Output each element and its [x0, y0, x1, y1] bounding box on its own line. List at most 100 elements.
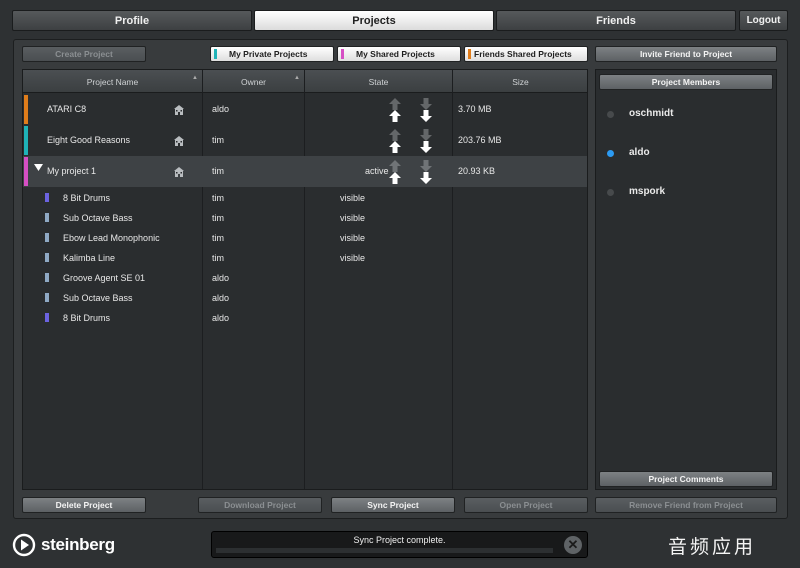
remove-friend-button[interactable]: Remove Friend from Project	[595, 497, 777, 513]
member-item[interactable]: aldo	[596, 144, 776, 162]
filter-label: My Shared Projects	[356, 49, 435, 59]
project-owner: tim	[212, 166, 224, 176]
progress-bar	[216, 548, 553, 553]
steinberg-logo-text: steinberg	[41, 535, 115, 554]
track-owner: aldo	[212, 273, 230, 283]
watermark-text: 音频应用	[668, 536, 757, 558]
download-arrow-icon[interactable]	[419, 109, 433, 123]
offline-status-icon	[607, 111, 614, 118]
track-state: visible	[340, 253, 366, 263]
column-state[interactable]: State	[305, 70, 452, 93]
tab-friends[interactable]: Friends	[496, 10, 736, 31]
tab-profile[interactable]: Profile	[12, 10, 252, 31]
project-owner: aldo	[212, 104, 230, 114]
column-label: Project Name	[86, 76, 139, 87]
project-name: Eight Good Reasons	[47, 135, 131, 145]
house-icon	[174, 105, 184, 115]
track-owner: tim	[212, 253, 224, 263]
track-row[interactable]: Sub Octave Bass aldo	[23, 288, 587, 308]
project-name: ATARI C8	[47, 104, 87, 114]
track-name: Sub Octave Bass	[63, 213, 133, 223]
column-owner[interactable]: Owner ▲	[203, 70, 304, 93]
track-row[interactable]: Sub Octave Bass tim visible	[23, 208, 587, 228]
offline-status-icon	[607, 189, 614, 196]
online-status-icon	[607, 150, 614, 157]
column-label: Owner	[240, 76, 267, 87]
filter-my-shared-projects[interactable]: My Shared Projects	[337, 46, 461, 62]
project-row[interactable]: Eight Good Reasons tim 203.76 MB	[23, 125, 587, 156]
sync-project-button[interactable]: Sync Project	[331, 497, 455, 513]
track-state: visible	[340, 193, 366, 203]
track-owner: tim	[212, 213, 224, 223]
project-members-header: Project Members	[599, 74, 773, 90]
track-row[interactable]: Ebow Lead Monophonic tim visible	[23, 228, 587, 248]
steinberg-logo-icon	[12, 533, 36, 557]
track-name: 8 Bit Drums	[63, 193, 111, 203]
track-color-bar	[45, 293, 49, 302]
close-icon[interactable]: ✕	[564, 536, 582, 554]
project-color-bar	[24, 95, 28, 124]
filter-my-private-projects[interactable]: My Private Projects	[210, 46, 334, 62]
filter-color-swatch	[214, 49, 217, 59]
track-row[interactable]: 8 Bit Drums tim visible	[23, 188, 587, 208]
create-project-button[interactable]: Create Project	[22, 46, 146, 62]
track-name: 8 Bit Drums	[63, 313, 111, 323]
track-row[interactable]: Groove Agent SE 01 aldo	[23, 268, 587, 288]
project-comments-button[interactable]: Project Comments	[599, 471, 773, 487]
track-name: Groove Agent SE 01	[63, 273, 146, 283]
track-owner: aldo	[212, 313, 230, 323]
project-name: My project 1	[47, 166, 97, 176]
download-arrow-icon[interactable]	[419, 171, 433, 185]
sort-arrow-icon: ▲	[294, 75, 300, 81]
member-name: oschmidt	[629, 108, 674, 119]
track-color-bar	[45, 273, 49, 282]
download-arrow-icon[interactable]	[419, 140, 433, 154]
project-members-panel: Project Members oschmidt aldo mspork Pro…	[595, 69, 777, 490]
track-row[interactable]: Kalimba Line tim visible	[23, 248, 587, 268]
house-icon	[174, 136, 184, 146]
project-row[interactable]: ATARI C8 aldo 3.70 MB	[23, 94, 587, 125]
track-state: visible	[340, 213, 366, 223]
upload-arrow-icon[interactable]	[388, 171, 402, 185]
project-size: 3.70 MB	[458, 104, 492, 114]
logout-button[interactable]: Logout	[739, 10, 788, 31]
project-color-bar	[24, 126, 28, 155]
filter-label: My Private Projects	[229, 49, 308, 59]
column-project-name[interactable]: Project Name ▲	[23, 70, 202, 93]
project-color-bar	[24, 157, 28, 186]
track-owner: aldo	[212, 293, 230, 303]
member-item[interactable]: mspork	[596, 183, 776, 201]
house-icon	[174, 167, 184, 177]
track-color-bar	[45, 253, 49, 262]
filter-friends-shared-projects[interactable]: Friends Shared Projects	[464, 46, 588, 62]
upload-arrow-icon[interactable]	[388, 109, 402, 123]
track-color-bar	[45, 233, 49, 242]
member-item[interactable]: oschmidt	[596, 105, 776, 123]
project-row[interactable]: My project 1 tim active 20.93 KB	[23, 156, 587, 187]
track-name: Ebow Lead Monophonic	[63, 233, 160, 243]
project-state: active	[365, 166, 389, 176]
project-owner: tim	[212, 135, 224, 145]
project-size: 203.76 MB	[458, 135, 502, 145]
expand-triangle-icon[interactable]	[34, 163, 43, 172]
track-name: Kalimba Line	[63, 253, 116, 263]
member-name: aldo	[629, 147, 650, 158]
delete-project-button[interactable]: Delete Project	[22, 497, 146, 513]
track-color-bar	[45, 213, 49, 222]
track-name: Sub Octave Bass	[63, 293, 133, 303]
column-size[interactable]: Size	[453, 70, 588, 93]
download-project-button[interactable]: Download Project	[198, 497, 322, 513]
tab-projects[interactable]: Projects	[254, 10, 494, 31]
track-color-bar	[45, 193, 49, 202]
track-color-bar	[45, 313, 49, 322]
sort-arrow-icon: ▲	[192, 75, 198, 81]
project-size: 20.93 KB	[458, 166, 496, 176]
open-project-button[interactable]: Open Project	[464, 497, 588, 513]
invite-friend-button[interactable]: Invite Friend to Project	[595, 46, 777, 62]
projects-table: Project Name ▲ Owner ▲ State Size ATARI …	[22, 69, 588, 490]
track-row[interactable]: 8 Bit Drums aldo	[23, 308, 587, 328]
filter-label: Friends Shared Projects	[474, 49, 572, 59]
upload-arrow-icon[interactable]	[388, 140, 402, 154]
track-owner: tim	[212, 193, 224, 203]
status-message: Sync Project complete.	[353, 535, 446, 545]
